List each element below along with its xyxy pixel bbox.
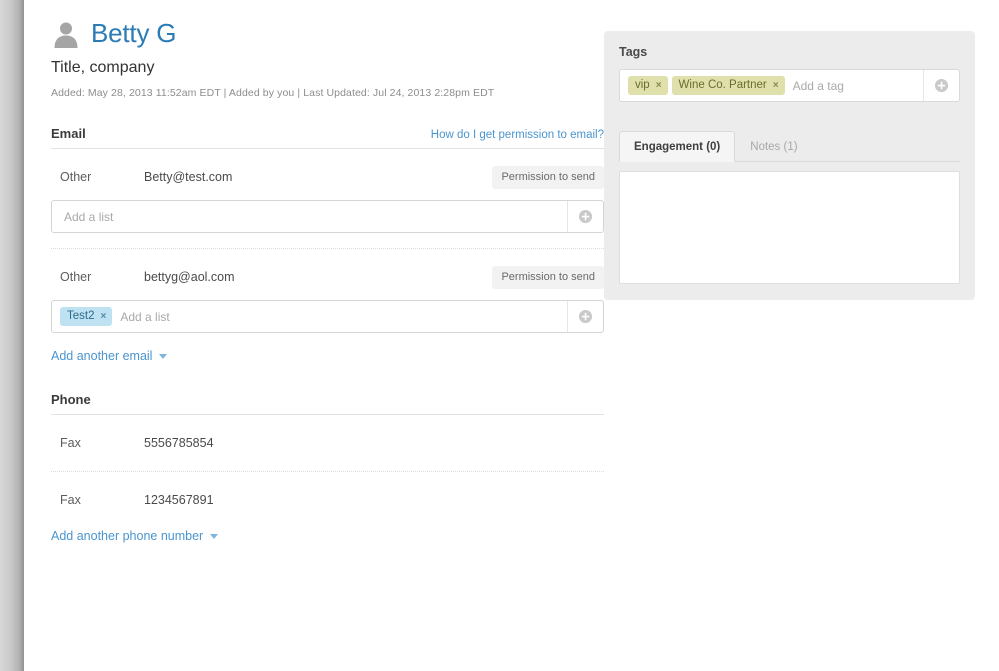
- phone-entry: Fax 5556785854: [51, 415, 604, 456]
- contact-main-column: Betty G Title, company Added: May 28, 20…: [51, 0, 604, 545]
- email-section: Email How do I get permission to email? …: [51, 126, 604, 365]
- permission-to-send-button[interactable]: Permission to send: [492, 165, 604, 189]
- email-address: bettyg@aol.com: [144, 270, 235, 284]
- phone-entry: Fax 1234567891: [51, 472, 604, 513]
- add-tag-placeholder: Add a tag: [792, 78, 844, 93]
- add-another-email-link[interactable]: Add another email: [51, 349, 168, 363]
- plus-circle-icon: [578, 209, 593, 224]
- email-entry-line: Other Betty@test.com Permission to send: [51, 164, 604, 190]
- tag-chip-label: vip: [635, 79, 650, 91]
- add-list-plus-button-1[interactable]: [567, 201, 603, 232]
- add-list-plus-button-2[interactable]: [567, 301, 603, 332]
- tag-chip[interactable]: Wine Co. Partner ×: [671, 76, 785, 95]
- email-section-header: Email How do I get permission to email?: [51, 126, 604, 149]
- tags-label: Tags: [619, 45, 648, 59]
- email-type-label: Other: [60, 270, 92, 284]
- tags-input[interactable]: vip × Wine Co. Partner × Add a tag: [619, 69, 960, 102]
- engagement-tab-pane: [619, 171, 960, 284]
- contact-job-title: Title, company: [51, 59, 155, 76]
- contact-header: Betty G: [51, 0, 604, 49]
- person-icon: [51, 19, 81, 49]
- plus-circle-icon: [578, 309, 593, 324]
- side-panel: Tags vip × Wine Co. Partner × Add a tag: [604, 31, 975, 300]
- chevron-down-icon: [159, 353, 168, 359]
- list-chip-label: Test2: [67, 310, 95, 322]
- phone-number: 5556785854: [144, 436, 214, 450]
- add-list-input-2[interactable]: Test2 × Add a list: [51, 300, 604, 333]
- tag-chip-remove-icon[interactable]: ×: [656, 80, 662, 91]
- permission-to-send-button[interactable]: Permission to send: [492, 265, 604, 289]
- email-section-title: Email: [51, 126, 86, 141]
- list-chip[interactable]: Test2 ×: [60, 307, 113, 326]
- panel-tabs-block: Engagement (0) Notes (1): [619, 130, 960, 284]
- email-entry-line: Other bettyg@aol.com Permission to send: [51, 264, 604, 290]
- phone-type-label: Fax: [60, 436, 81, 450]
- chevron-down-icon: [210, 533, 219, 539]
- phone-section-title: Phone: [51, 392, 91, 407]
- tab-engagement[interactable]: Engagement (0): [619, 131, 736, 162]
- panel-tabs: Engagement (0) Notes (1): [619, 130, 960, 162]
- add-another-email-label: Add another email: [51, 349, 153, 363]
- add-list-input-1[interactable]: Add a list: [51, 200, 604, 233]
- phone-entry-line: Fax 5556785854: [51, 430, 604, 456]
- phone-type-label: Fax: [60, 493, 81, 507]
- add-another-phone-link[interactable]: Add another phone number: [51, 529, 219, 543]
- phone-section: Phone Fax 5556785854 Fax 1234567891 Add …: [51, 392, 604, 545]
- tag-chip[interactable]: vip ×: [628, 76, 668, 95]
- tag-chip-label: Wine Co. Partner: [678, 79, 767, 91]
- contact-metadata: Added: May 28, 2013 11:52am EDT | Added …: [51, 87, 495, 99]
- list-chip-remove-icon[interactable]: ×: [101, 311, 107, 322]
- contact-detail-page: Betty G Title, company Added: May 28, 20…: [26, 0, 999, 671]
- page-title: Betty G: [91, 18, 177, 48]
- permission-help-link[interactable]: How do I get permission to email?: [431, 129, 604, 141]
- tab-notes[interactable]: Notes (1): [735, 131, 812, 162]
- add-list-placeholder: Add a list: [64, 209, 114, 224]
- phone-entry-line: Fax 1234567891: [51, 487, 604, 513]
- email-entry: Other bettyg@aol.com Permission to send …: [51, 249, 604, 333]
- add-list-placeholder: Add a list: [120, 309, 170, 324]
- window-left-gutter: [0, 0, 24, 671]
- phone-number: 1234567891: [144, 493, 214, 507]
- add-tag-plus-button[interactable]: [923, 70, 959, 101]
- phone-section-header: Phone: [51, 392, 604, 415]
- email-entry: Other Betty@test.com Permission to send …: [51, 149, 604, 233]
- tag-chip-remove-icon[interactable]: ×: [773, 80, 779, 91]
- email-type-label: Other: [60, 170, 92, 184]
- email-address: Betty@test.com: [144, 170, 233, 184]
- add-another-phone-label: Add another phone number: [51, 529, 204, 543]
- plus-circle-icon: [934, 78, 949, 93]
